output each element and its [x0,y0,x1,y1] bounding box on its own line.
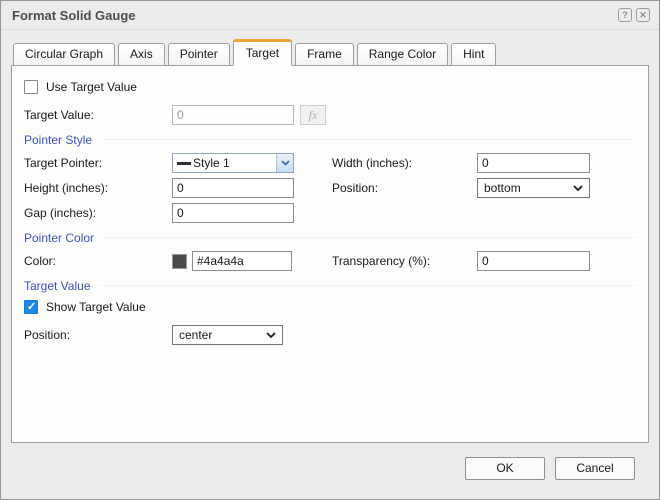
ok-button[interactable]: OK [465,457,545,480]
show-target-value-label: Show Target Value [46,300,146,314]
help-icon[interactable]: ? [618,8,632,22]
height-label: Height (inches): [24,181,109,195]
color-label: Color: [24,254,57,268]
dialog-footer: OK Cancel [11,443,649,480]
target-value-heading: Target Value [24,278,91,293]
dialog-content: Circular Graph Axis Pointer Target Frame… [1,30,659,480]
target-value-label: Target Value: [24,108,94,122]
fx-button[interactable]: fx [300,105,326,125]
dialog-title: Format Solid Gauge [12,7,136,23]
section-divider [103,237,636,238]
color-row: Color: Transparency (%): [24,251,636,271]
target-position-row: Position: center [24,325,636,345]
position-value: bottom [484,181,521,195]
target-pointer-row: Target Pointer: Style 1 Width (inches): [24,153,636,173]
tab-frame[interactable]: Frame [295,43,354,66]
format-solid-gauge-dialog: { "dialog": { "title": "Format Solid Gau… [0,0,660,500]
tab-hint[interactable]: Hint [451,43,497,66]
gap-label: Gap (inches): [24,206,97,220]
close-icon[interactable]: ✕ [636,8,650,22]
show-target-value-checkbox[interactable] [24,300,38,314]
section-target-value: Target Value [24,278,636,293]
transparency-input[interactable] [477,251,590,271]
target-position-select[interactable]: center [172,325,283,345]
target-pointer-label: Target Pointer: [24,156,103,170]
tab-pointer[interactable]: Pointer [167,43,230,66]
section-pointer-color: Pointer Color [24,230,636,245]
position-label: Position: [332,181,379,195]
transparency-label: Transparency (%): [332,254,431,268]
position-select[interactable]: bottom [477,178,590,198]
tab-circular-graph[interactable]: Circular Graph [13,43,116,66]
tab-axis[interactable]: Axis [118,43,165,66]
chevron-down-icon [573,185,583,191]
target-tab-panel: Use Target Value Target Value: fx Pointe… [11,65,649,443]
target-pointer-value: Style 1 [193,156,230,170]
use-target-value-row: Use Target Value [24,79,636,95]
target-position-label: Position: [24,328,71,342]
pointer-style-heading: Pointer Style [24,132,93,147]
width-label: Width (inches): [332,156,413,170]
show-target-value-row: Show Target Value [24,299,636,315]
height-input[interactable] [172,178,294,198]
tab-range-color[interactable]: Range Color [356,43,449,66]
width-input[interactable] [477,153,590,173]
tab-target[interactable]: Target [232,39,293,66]
title-bar: Format Solid Gauge ? ✕ [1,1,659,30]
target-position-value: center [179,328,213,342]
section-divider [101,139,636,140]
target-value-input[interactable] [172,105,294,125]
gap-row: Gap (inches): [24,203,636,223]
chevron-down-icon[interactable] [276,154,293,172]
pointer-color-heading: Pointer Color [24,230,95,245]
color-input[interactable] [192,251,292,271]
color-swatch[interactable] [172,253,187,269]
use-target-value-label: Use Target Value [46,80,137,94]
section-divider [99,285,636,286]
line-style-icon [177,161,191,165]
chevron-down-icon [266,332,276,338]
height-position-row: Height (inches): Position: bottom [24,178,636,198]
section-pointer-style: Pointer Style [24,132,636,147]
target-pointer-select[interactable]: Style 1 [172,153,294,173]
cancel-button[interactable]: Cancel [555,457,635,480]
target-value-row: Target Value: fx [24,105,636,125]
use-target-value-checkbox[interactable] [24,80,38,94]
titlebar-buttons: ? ✕ [618,8,650,22]
gap-input[interactable] [172,203,294,223]
tab-bar: Circular Graph Axis Pointer Target Frame… [11,39,649,66]
